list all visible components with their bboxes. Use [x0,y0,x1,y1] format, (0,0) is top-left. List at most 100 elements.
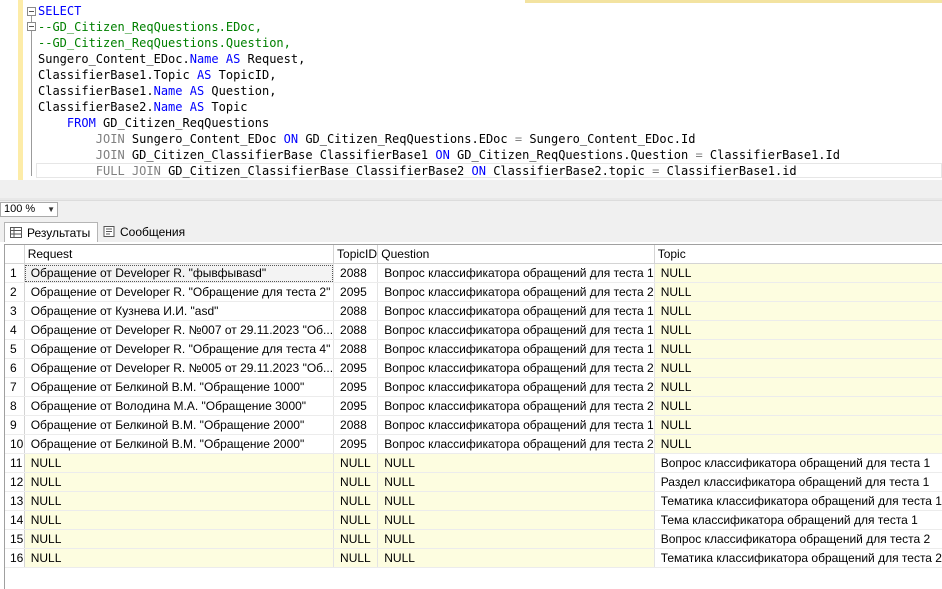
code-line[interactable]: JOIN GD_Citizen_ClassifierBase Classifie… [38,147,840,163]
table-cell[interactable]: 2095 [333,358,379,378]
row-number[interactable]: 2 [5,282,25,302]
chevron-down-icon[interactable]: ▼ [47,203,55,216]
table-cell[interactable]: Вопрос классификатора обращений для тест… [377,339,655,359]
table-row[interactable]: 9 Обращение от Белкиной В.М. "Обращение 2… [5,415,942,435]
table-cell[interactable]: Обращение от Белкиной В.М. "Обращение 20… [24,415,335,435]
row-number[interactable]: 1 [5,263,25,283]
table-cell[interactable]: Вопрос классификатора обращений для тест… [377,434,655,454]
table-row[interactable]: 11 NULL NULL NULL Вопрос классификатора обра… [5,453,942,473]
column-header-request[interactable]: Request [24,245,335,264]
sql-code[interactable]: SELECT --GD_Citizen_ReqQuestions.EDoc, --G… [38,3,840,179]
code-line[interactable]: ClassifierBase1.Name AS Question, [38,83,840,99]
table-cell[interactable]: NULL [654,358,942,378]
table-cell[interactable]: NULL [333,529,379,549]
code-line[interactable]: ClassifierBase2.Name AS Topic [38,99,840,115]
table-cell[interactable]: Вопрос классификатора обращений для тест… [654,529,942,549]
collapse-comment-icon[interactable] [27,22,36,31]
zoom-select[interactable]: 100 % ▼ [0,202,58,217]
row-number[interactable]: 3 [5,301,25,321]
table-cell[interactable]: NULL [377,548,655,568]
table-cell[interactable]: NULL [377,453,655,473]
row-number[interactable]: 9 [5,415,25,435]
row-number[interactable]: 10 [5,434,25,454]
code-line[interactable]: FROM GD_Citizen_ReqQuestions [38,115,840,131]
table-cell[interactable]: NULL [654,396,942,416]
table-cell[interactable]: 2095 [333,282,379,302]
table-row[interactable]: 3 Обращение от Кузнева И.И. "asd" 2088 Вопр… [5,301,942,321]
table-row[interactable]: 4 Обращение от Developer R. №007 от 29.11… [5,320,942,340]
table-row[interactable]: 15 NULL NULL NULL Вопрос классификатора обра… [5,529,942,549]
table-cell[interactable]: NULL [24,529,335,549]
table-cell[interactable]: 2088 [333,263,379,283]
sql-editor[interactable]: SELECT --GD_Citizen_ReqQuestions.EDoc, --G… [0,0,942,180]
table-cell[interactable]: NULL [333,472,379,492]
table-cell[interactable]: NULL [654,434,942,454]
tab-results[interactable]: Результаты [4,222,98,242]
row-number[interactable]: 13 [5,491,25,511]
row-number[interactable]: 15 [5,529,25,549]
table-cell[interactable]: NULL [377,491,655,511]
code-line[interactable]: SELECT [38,3,840,19]
table-cell[interactable]: 2095 [333,434,379,454]
table-cell[interactable]: NULL [654,282,942,302]
table-cell[interactable]: Вопрос классификатора обращений для тест… [654,453,942,473]
row-number[interactable]: 7 [5,377,25,397]
table-row[interactable]: 13 NULL NULL NULL Тематика классификатора об… [5,491,942,511]
table-row[interactable]: 6 Обращение от Developer R. №005 от 29.11… [5,358,942,378]
table-cell[interactable]: NULL [333,453,379,473]
table-row[interactable]: 2 Обращение от Developer R. "Обращение дл… [5,282,942,302]
table-cell[interactable]: NULL [24,453,335,473]
table-cell[interactable]: NULL [654,377,942,397]
table-cell[interactable]: Обращение от Developer R. №005 от 29.11.… [24,358,335,378]
code-line[interactable]: --GD_Citizen_ReqQuestions.EDoc, [38,19,840,35]
tab-messages[interactable]: Сообщения [98,222,190,242]
table-cell[interactable]: Вопрос классификатора обращений для тест… [377,358,655,378]
table-cell[interactable]: Раздел классификатора обращений для тест… [654,472,942,492]
table-cell[interactable]: 2088 [333,415,379,435]
table-cell[interactable]: Обращение от Developer R. №007 от 29.11.… [24,320,335,340]
row-number[interactable]: 14 [5,510,25,530]
table-cell[interactable]: NULL [24,548,335,568]
table-cell[interactable]: NULL [654,263,942,283]
code-line[interactable]: ClassifierBase1.Topic AS TopicID, [38,67,840,83]
table-cell[interactable]: Обращение от Володина М.А. "Обращение 30… [24,396,335,416]
code-line[interactable]: Sungero_Content_EDoc.Name AS Request, [38,51,840,67]
table-cell[interactable]: 2088 [333,301,379,321]
table-row[interactable]: 10 Обращение от Белкиной В.М. "Обращение … [5,434,942,454]
row-number[interactable]: 4 [5,320,25,340]
table-cell[interactable]: 2095 [333,377,379,397]
table-cell[interactable]: Тематика классификатора обращений для те… [654,548,942,568]
table-row[interactable]: 8 Обращение от Володина М.А. "Обращение 3… [5,396,942,416]
table-cell[interactable]: NULL [377,529,655,549]
table-cell[interactable]: NULL [654,301,942,321]
table-cell[interactable]: Обращение от Кузнева И.И. "asd" [24,301,335,321]
table-cell[interactable]: Вопрос классификатора обращений для тест… [377,282,655,302]
table-cell[interactable]: NULL [654,320,942,340]
corner-cell[interactable] [5,245,25,264]
table-row[interactable]: 16 NULL NULL NULL Тематика классификатора об… [5,548,942,568]
row-number[interactable]: 12 [5,472,25,492]
row-number[interactable]: 6 [5,358,25,378]
collapse-select-icon[interactable] [27,7,36,16]
column-header-question[interactable]: Question [377,245,655,264]
code-line[interactable]: JOIN Sungero_Content_EDoc ON GD_Citizen_… [38,131,840,147]
column-header-topic[interactable]: Topic [654,245,942,264]
table-cell[interactable]: Тематика классификатора обращений для те… [654,491,942,511]
table-cell[interactable]: Обращение от Developer R. "фывфывasd" [24,263,335,283]
table-cell[interactable]: NULL [654,415,942,435]
table-cell[interactable]: NULL [24,510,335,530]
table-row[interactable]: 5 Обращение от Developer R. "Обращение дл… [5,339,942,359]
table-cell[interactable]: NULL [333,491,379,511]
table-cell[interactable]: NULL [333,548,379,568]
column-header-topicid[interactable]: TopicID [333,245,379,264]
table-row[interactable]: 14 NULL NULL NULL Тема классификатора обраще… [5,510,942,530]
table-row[interactable]: 7 Обращение от Белкиной В.М. "Обращение 1… [5,377,942,397]
row-number[interactable]: 11 [5,453,25,473]
table-cell[interactable]: NULL [24,491,335,511]
table-cell[interactable]: Вопрос классификатора обращений для тест… [377,415,655,435]
table-cell[interactable]: 2088 [333,339,379,359]
table-cell[interactable]: Вопрос классификатора обращений для тест… [377,320,655,340]
table-cell[interactable]: Вопрос классификатора обращений для тест… [377,301,655,321]
code-line[interactable]: --GD_Citizen_ReqQuestions.Question, [38,35,840,51]
table-cell[interactable]: NULL [654,339,942,359]
